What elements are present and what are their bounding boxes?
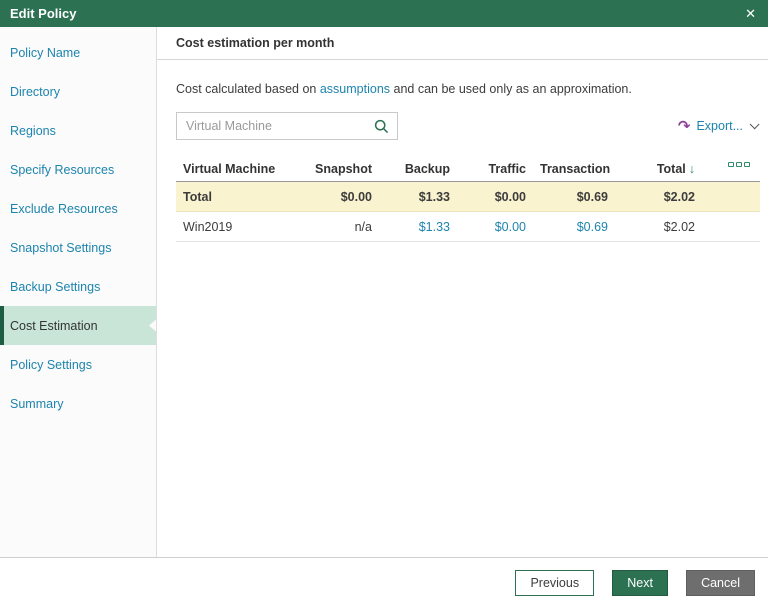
cell-snapshot: $0.00 — [340, 189, 372, 204]
assumptions-link[interactable]: assumptions — [320, 82, 390, 96]
sidebar-item-regions[interactable]: Regions — [0, 111, 156, 150]
column-header-label: Snapshot — [315, 161, 372, 176]
cell-traffic: $0.00 — [494, 189, 526, 204]
wizard-steps-sidebar: Policy Name Directory Regions Specify Re… — [0, 27, 157, 557]
cell-transaction-link[interactable]: $0.69 — [540, 220, 622, 234]
cancel-button[interactable]: Cancel — [686, 570, 755, 596]
next-button[interactable]: Next — [612, 570, 669, 596]
export-menu-button[interactable]: ↷ Export... — [677, 117, 760, 135]
column-header-label: Traffic — [488, 161, 526, 176]
main-panel: Cost estimation per month Cost calculate… — [157, 27, 768, 557]
cell-transaction: $0.69 — [576, 189, 608, 204]
table-row-win2019[interactable]: Win2019 n/a $1.33 $0.00 $0.69 $2.02 — [176, 212, 760, 242]
sidebar-item-label: Backup Settings — [10, 279, 101, 294]
column-header-label: Virtual Machine — [183, 161, 276, 176]
chevron-down-icon — [749, 118, 760, 129]
sidebar-item-snapshot-settings[interactable]: Snapshot Settings — [0, 228, 156, 267]
table-toolbar: ↷ Export... — [176, 112, 760, 140]
cost-description: Cost calculated based on assumptions and… — [176, 82, 760, 96]
cell-snapshot: n/a — [354, 219, 372, 234]
sidebar-item-label: Summary — [10, 396, 64, 411]
sidebar-item-cost-estimation[interactable]: Cost Estimation — [0, 306, 156, 345]
sidebar-item-label: Exclude Resources — [10, 201, 118, 216]
cell-backup: $1.33 — [418, 189, 450, 204]
close-icon[interactable]: ✕ — [745, 7, 756, 20]
cell-total: $2.02 — [663, 219, 695, 234]
previous-button[interactable]: Previous — [515, 570, 595, 596]
cell-backup-link[interactable]: $1.33 — [386, 220, 464, 234]
dialog-footer: Previous Next Cancel — [0, 557, 768, 608]
sidebar-item-label: Snapshot Settings — [10, 240, 112, 255]
sidebar-item-label: Regions — [10, 123, 56, 138]
column-header-traffic[interactable]: Traffic — [464, 162, 540, 176]
column-header-transaction[interactable]: Transaction — [540, 162, 622, 176]
vm-search-input[interactable] — [177, 119, 374, 133]
column-header-label: Total — [656, 161, 686, 176]
column-header-backup[interactable]: Backup — [386, 162, 464, 176]
sort-descending-icon: ↓ — [688, 161, 695, 176]
sidebar-item-policy-settings[interactable]: Policy Settings — [0, 345, 156, 384]
column-header-label: Backup — [404, 161, 450, 176]
cost-table: Virtual Machine Snapshot Backup Traffic … — [176, 156, 760, 242]
vm-search-box — [176, 112, 398, 140]
sidebar-item-summary[interactable]: Summary — [0, 384, 156, 423]
sidebar-item-label: Directory — [10, 84, 61, 99]
search-icon[interactable] — [374, 119, 389, 134]
export-icon: ↷ — [677, 117, 691, 135]
table-header-row: Virtual Machine Snapshot Backup Traffic … — [176, 156, 760, 182]
sidebar-item-label: Specify Resources — [10, 162, 115, 177]
cell-name: Win2019 — [183, 219, 233, 234]
sidebar-item-exclude-resources[interactable]: Exclude Resources — [0, 189, 156, 228]
sidebar-item-label: Policy Settings — [10, 357, 92, 372]
column-header-snapshot[interactable]: Snapshot — [306, 162, 386, 176]
dialog-titlebar: Edit Policy ✕ — [0, 0, 768, 27]
description-text: and can be used only as an approximation… — [390, 82, 632, 96]
column-header-label: Transaction — [540, 161, 611, 176]
dialog-title: Edit Policy — [10, 6, 77, 21]
section-header: Cost estimation per month — [157, 27, 768, 60]
export-label: Export... — [696, 119, 743, 133]
section-content: Cost calculated based on assumptions and… — [157, 82, 768, 242]
cell-total: $2.02 — [663, 189, 695, 204]
sidebar-item-policy-name[interactable]: Policy Name — [0, 33, 156, 72]
column-header-virtual-machine[interactable]: Virtual Machine — [176, 162, 306, 176]
section-title: Cost estimation per month — [176, 36, 335, 50]
table-row-total[interactable]: Total $0.00 $1.33 $0.00 $0.69 $2.02 — [176, 182, 760, 212]
column-header-total[interactable]: Total ↓ — [622, 162, 709, 176]
sidebar-item-label: Cost Estimation — [10, 318, 98, 333]
sidebar-item-label: Policy Name — [10, 45, 81, 60]
sidebar-item-specify-resources[interactable]: Specify Resources — [0, 150, 156, 189]
sidebar-item-backup-settings[interactable]: Backup Settings — [0, 267, 156, 306]
cell-traffic-link[interactable]: $0.00 — [464, 220, 540, 234]
description-text: Cost calculated based on — [176, 82, 320, 96]
cell-name: Total — [183, 189, 212, 204]
sidebar-item-directory[interactable]: Directory — [0, 72, 156, 111]
dialog-body: Policy Name Directory Regions Specify Re… — [0, 27, 768, 557]
column-chooser-icon[interactable] — [728, 162, 750, 167]
